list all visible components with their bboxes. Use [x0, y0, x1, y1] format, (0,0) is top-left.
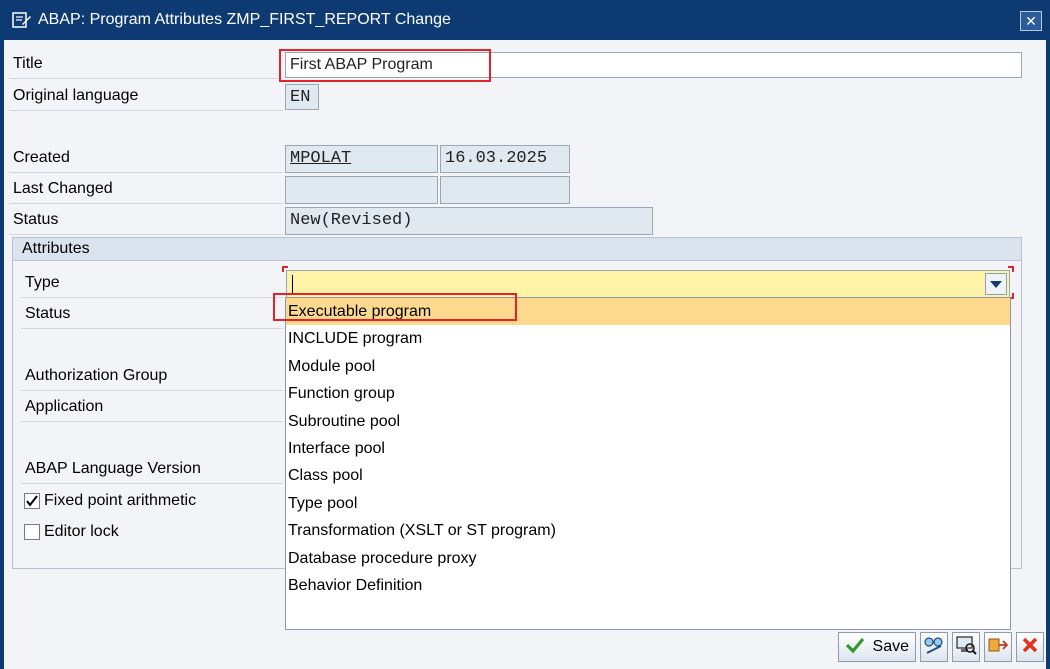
editor-lock-row[interactable]: Editor lock	[24, 519, 119, 545]
last-changed-on-field	[440, 176, 570, 204]
glasses-icon	[923, 635, 945, 660]
original-language-field: EN	[285, 84, 319, 110]
transport-button[interactable]	[984, 632, 1012, 662]
type-option-function-group[interactable]: Function group	[286, 380, 1010, 407]
created-by-field[interactable]: MPOLAT	[285, 145, 438, 173]
type-option-interface-pool[interactable]: Interface pool	[286, 435, 1010, 462]
fixed-point-arithmetic-label: Fixed point arithmetic	[44, 492, 197, 509]
type-option-class-pool[interactable]: Class pool	[286, 462, 1010, 489]
original-language-label: Original language	[9, 81, 283, 111]
dialog-toolbar: Save	[838, 632, 1044, 662]
created-label: Created	[9, 143, 283, 173]
check-syntax-button[interactable]	[920, 632, 948, 662]
type-highlight-corner-tr	[1008, 266, 1014, 272]
text-cursor	[292, 275, 293, 293]
created-by-user-link[interactable]: MPOLAT	[290, 149, 351, 168]
type-label: Type	[21, 268, 283, 298]
type-option-behavior-definition[interactable]: Behavior Definition	[286, 572, 1010, 599]
dropdown-toggle-button[interactable]	[985, 273, 1007, 295]
last-changed-by-field	[285, 176, 438, 204]
chevron-down-icon	[990, 280, 1002, 288]
editor-lock-label: Editor lock	[44, 523, 119, 540]
edit-window-icon	[12, 11, 32, 29]
type-option-include-program[interactable]: INCLUDE program	[286, 325, 1010, 352]
type-option-database-procedure-proxy[interactable]: Database procedure proxy	[286, 545, 1010, 572]
type-option-type-pool[interactable]: Type pool	[286, 490, 1010, 517]
display-object-button[interactable]	[952, 632, 980, 662]
cancel-icon	[1021, 636, 1039, 659]
window-titlebar: ABAP: Program Attributes ZMP_FIRST_REPOR…	[0, 0, 1050, 40]
application-label: Application	[21, 392, 283, 422]
screen-icon	[955, 635, 977, 660]
executable-program-highlight-box	[273, 293, 517, 321]
last-changed-label: Last Changed	[9, 174, 283, 204]
editor-lock-checkbox[interactable]	[24, 524, 40, 540]
abap-language-version-label: ABAP Language Version	[21, 454, 283, 484]
type-highlight-corner-tl	[282, 266, 288, 272]
program-status-label: Status	[21, 299, 283, 329]
window-title: ABAP: Program Attributes ZMP_FIRST_REPOR…	[38, 11, 451, 28]
type-option-transformation[interactable]: Transformation (XSLT or ST program)	[286, 517, 1010, 544]
authorization-group-label: Authorization Group	[21, 361, 283, 391]
title-label: Title	[9, 49, 283, 79]
status-field: New(Revised)	[285, 207, 653, 235]
transport-icon	[987, 635, 1009, 660]
cancel-button[interactable]	[1016, 632, 1044, 662]
save-button[interactable]: Save	[838, 632, 916, 662]
created-on-field: 16.03.2025	[440, 145, 570, 173]
attributes-section-title: Attributes	[12, 237, 1022, 261]
type-options-list: Executable program INCLUDE program Modul…	[285, 297, 1011, 630]
close-window-button[interactable]: ✕	[1020, 11, 1042, 31]
status-label: Status	[9, 205, 283, 235]
type-option-subroutine-pool[interactable]: Subroutine pool	[286, 408, 1010, 435]
type-option-module-pool[interactable]: Module pool	[286, 353, 1010, 380]
fixed-point-arithmetic-row[interactable]: Fixed point arithmetic	[24, 488, 196, 514]
fixed-point-arithmetic-checkbox[interactable]	[24, 493, 40, 509]
title-highlight-box	[279, 49, 491, 82]
check-icon	[845, 636, 865, 659]
save-button-label: Save	[872, 638, 909, 655]
